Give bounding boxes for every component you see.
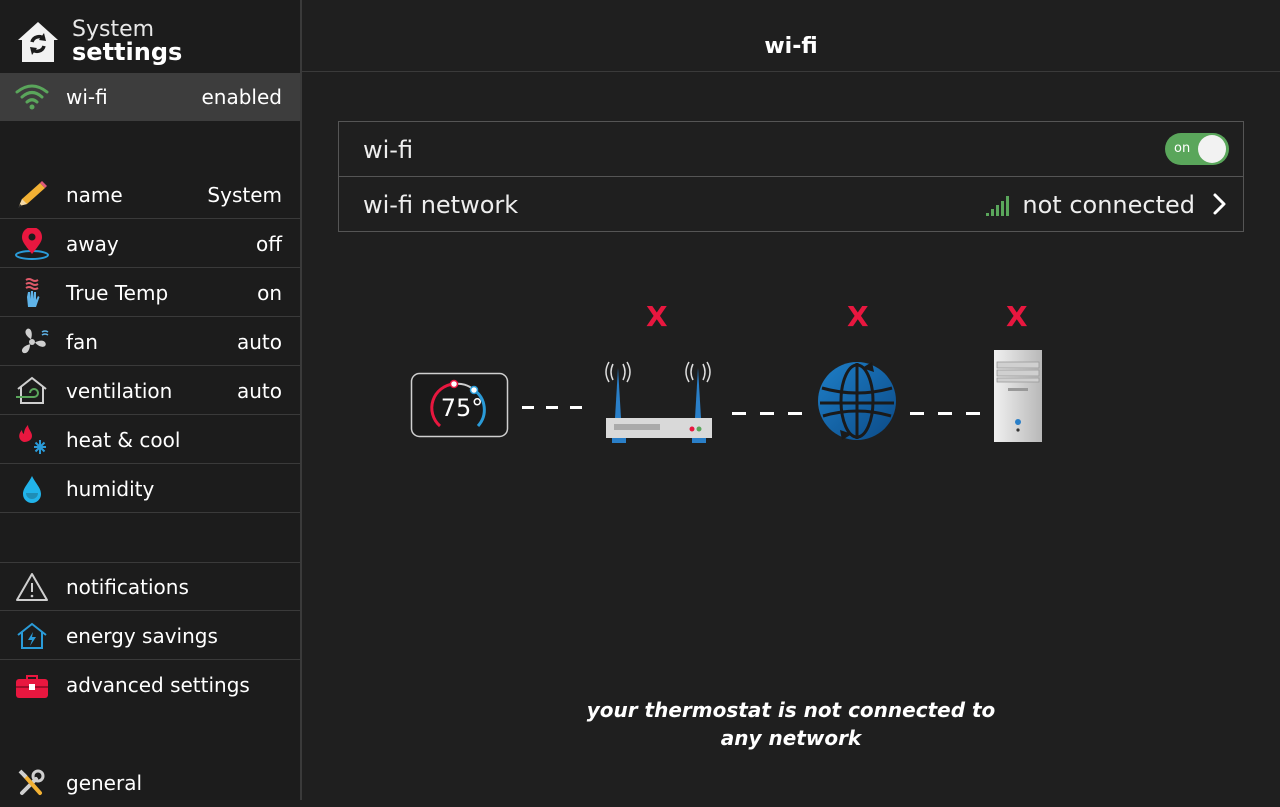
signal-bars-icon [986,196,1009,216]
sidebar-item-ventilation[interactable]: ventilation auto [0,367,300,415]
true-temp-hand-icon [25,278,40,307]
sidebar-item-label: heat & cool [66,428,181,452]
sidebar-item-value: auto [236,379,282,403]
server-failure-mark: X [1006,300,1028,333]
connection-line-2 [732,412,802,415]
fan-icon [21,328,49,354]
sidebar-item-label: ventilation [66,379,173,403]
settings-house-logo-icon [18,22,58,62]
wifi-toggle-switch[interactable]: on [1165,133,1229,165]
sidebar-item-notifications[interactable]: notifications [0,563,300,611]
wifi-toggle-row: wi-fi on [339,122,1243,177]
pencil-icon [18,181,47,208]
main-panel: wi-fi wi-fi on wi-fi network not connect… [302,0,1280,800]
sidebar-item-value: enabled [201,85,283,109]
sidebar-item-label: fan [66,330,98,354]
sidebar-item-label: humidity [66,477,155,501]
location-pin-icon [15,228,49,260]
sidebar-item-label: name [66,183,123,207]
toggle-knob [1198,135,1226,163]
flame-snowflake-icon [19,425,46,454]
wifi-row-label: wi-fi [363,136,414,164]
sidebar-item-fan[interactable]: fan auto [0,318,300,366]
wifi-settings-card: wi-fi on wi-fi network not connected [338,121,1244,232]
thermostat-temperature: 75° [440,394,484,422]
sidebar-item-label: wi-fi [66,85,108,109]
sidebar-item-true-temp[interactable]: True Temp on [0,269,300,317]
tools-icon [18,769,45,795]
globe-icon [818,362,896,440]
ventilation-house-icon [16,376,47,404]
sidebar-item-value: System [207,183,282,207]
wifi-network-row[interactable]: wi-fi network not connected [339,177,1243,231]
sidebar-item-label: energy savings [66,624,218,648]
energy-house-icon [17,622,47,649]
sidebar-item-label: advanced settings [66,673,250,697]
connection-diagram: 75° X X X [302,290,1280,470]
sidebar-item-label: away [66,232,119,256]
sidebar-item-humidity[interactable]: humidity [0,465,300,513]
sidebar-item-advanced-settings[interactable]: advanced settings [0,661,300,709]
sidebar-item-heat-cool[interactable]: heat & cool [0,416,300,464]
connection-line-1 [522,406,582,409]
toggle-state-label: on [1174,141,1191,156]
connection-line-3 [910,412,980,415]
router-icon [605,361,712,443]
page-title: wi-fi [764,34,818,59]
toolbox-icon [16,675,48,698]
sidebar-item-energy-savings[interactable]: energy savings [0,612,300,660]
sidebar-header: System settings [0,0,300,72]
wifi-icon [15,84,49,110]
sidebar-item-label: general [66,771,143,795]
sidebar-item-value: auto [236,330,282,354]
internet-failure-mark: X [847,300,869,333]
network-status: not connected [1022,191,1195,219]
chevron-right-icon [1213,193,1226,215]
wifi-network-label: wi-fi network [363,191,519,219]
sidebar-item-value: off [255,232,282,256]
sidebar-item-away[interactable]: away off [0,220,300,268]
sidebar-item-label: True Temp [66,281,169,305]
warning-triangle-icon [16,573,48,601]
sidebar-title-settings: settings [72,38,183,66]
router-failure-mark: X [646,300,668,333]
connection-status-message: your thermostat is not connected to any … [586,698,996,750]
sidebar-item-value: on [257,281,282,305]
sidebar-item-name[interactable]: name System [0,171,300,219]
main-header: wi-fi [302,0,1280,72]
sidebar: System settings wi-fi enabled name Syste… [0,0,302,800]
sidebar-spacer [0,514,300,563]
water-drop-icon [23,476,41,503]
sidebar-item-label: notifications [66,575,189,599]
server-tower-icon [994,350,1042,442]
sidebar-item-wifi[interactable]: wi-fi enabled [0,73,300,121]
